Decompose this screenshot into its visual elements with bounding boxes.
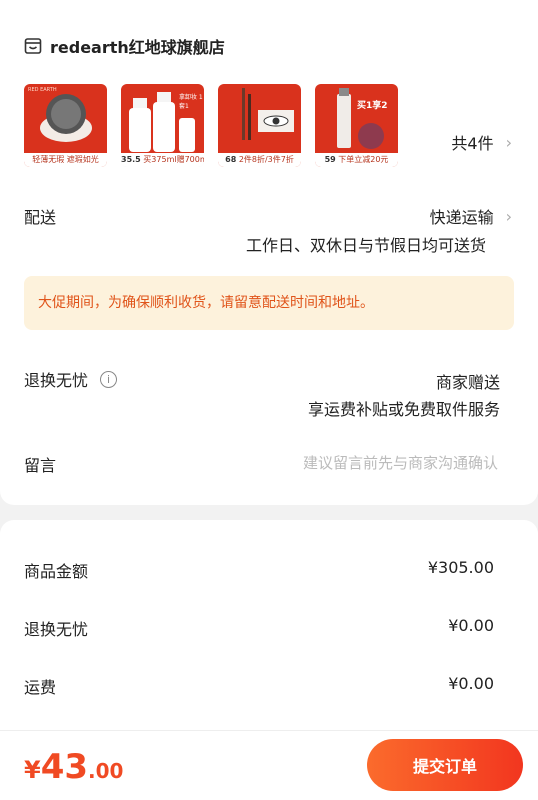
message-input[interactable]: 建议留言前先与商家沟通确认 bbox=[303, 452, 498, 473]
delivery-method: 快递运输 bbox=[429, 208, 494, 227]
summary-value: ¥0.00 bbox=[448, 674, 494, 693]
delivery-label: 配送 bbox=[24, 208, 57, 227]
delivery-note: 工作日、双休日与节假日均可送货 bbox=[245, 236, 486, 255]
summary-value: ¥0.00 bbox=[448, 616, 494, 635]
return-service-row: 退换无忧 i bbox=[24, 367, 118, 391]
thumb-badge: 59 下单立减20元 bbox=[315, 153, 398, 167]
checkout-bar: ¥43.00 提交订单 bbox=[0, 730, 538, 800]
info-icon[interactable]: i bbox=[100, 370, 118, 388]
submit-order-button[interactable]: 提交订单 bbox=[367, 739, 523, 791]
message-label: 留言 bbox=[24, 456, 57, 475]
order-card: redearth红地球旗舰店 RED EARTH 轻薄无瑕 遮瑕如光 拿卸妆 1… bbox=[0, 0, 538, 505]
thumb-tag: 拿卸妆 1套1 bbox=[179, 94, 203, 110]
currency-symbol: ¥ bbox=[24, 756, 41, 784]
price-summary-card: 商品金额 ¥305.00 退换无忧 ¥0.00 运费 ¥0.00 bbox=[0, 520, 538, 740]
items-count-link[interactable]: 共4件 › bbox=[451, 130, 512, 154]
thumb-badge: 68 2件8折/3件7折 bbox=[218, 153, 301, 167]
summary-label: 运费 bbox=[24, 678, 57, 697]
eyeliner-image bbox=[242, 88, 294, 140]
product-thumb-cushion[interactable]: RED EARTH 轻薄无瑕 遮瑕如光 bbox=[24, 84, 107, 167]
product-thumbnails[interactable]: RED EARTH 轻薄无瑕 遮瑕如光 拿卸妆 1套1 35.5 买375ml赠… bbox=[24, 84, 398, 167]
summary-label: 退换无忧 bbox=[24, 620, 89, 639]
summary-value: ¥305.00 bbox=[427, 558, 494, 577]
thumb-badge: 轻薄无瑕 遮瑕如光 bbox=[24, 153, 107, 167]
return-service-line1: 商家赠送 bbox=[435, 373, 500, 392]
shop-name: redearth红地球旗舰店 bbox=[50, 38, 225, 57]
price-integer: 43 bbox=[40, 747, 89, 787]
promo-notice: 大促期间，为确保顺利收货，请留意配送时间和地址。 bbox=[24, 276, 514, 330]
return-service-line2: 享运费补贴或免费取件服务 bbox=[307, 400, 500, 419]
chevron-right-icon: › bbox=[505, 206, 512, 226]
price-cents: .00 bbox=[88, 759, 124, 783]
shop-icon bbox=[24, 38, 42, 54]
primer-image bbox=[337, 88, 384, 149]
thumb-brand: RED EARTH bbox=[28, 87, 57, 93]
product-thumb-remover[interactable]: 拿卸妆 1套1 35.5 买375ml赠700ml bbox=[121, 84, 204, 167]
cushion-image bbox=[40, 94, 92, 142]
delivery-method-selector[interactable]: 快递运输 › bbox=[430, 204, 512, 228]
thumb-badge: 35.5 买375ml赠700ml bbox=[121, 153, 204, 167]
total-price: ¥43.00 bbox=[24, 747, 123, 787]
return-service-label: 退换无忧 bbox=[24, 371, 89, 390]
shop-header[interactable]: redearth红地球旗舰店 bbox=[24, 34, 225, 58]
product-thumb-primer[interactable]: 买1享2 59 下单立减20元 bbox=[315, 84, 398, 167]
thumb-tag: 买1享2 bbox=[357, 101, 388, 111]
product-thumb-eyeliner[interactable]: 68 2件8折/3件7折 bbox=[218, 84, 301, 167]
summary-label: 商品金额 bbox=[24, 562, 89, 581]
items-count: 共4件 bbox=[451, 134, 494, 153]
chevron-right-icon: › bbox=[505, 132, 512, 152]
